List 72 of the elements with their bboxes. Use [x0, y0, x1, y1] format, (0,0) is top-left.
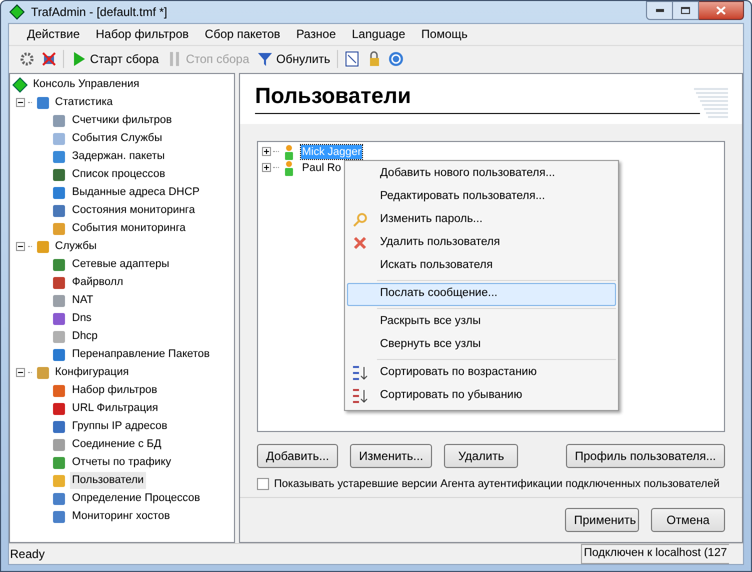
tree-item[interactable]: Группы IP адресов: [70, 418, 170, 435]
action-button[interactable]: Удалить: [444, 444, 518, 468]
tree-item[interactable]: Файрволл: [70, 274, 126, 291]
panel-title: Пользователи: [255, 78, 700, 114]
menu-item[interactable]: Сбор пакетов: [196, 25, 288, 43]
close-icon: [352, 235, 368, 251]
menu-item[interactable]: Послать сообщение...: [347, 282, 616, 306]
tree-item[interactable]: События мониторинга: [70, 220, 188, 237]
checkbox-label: Показывать устаревшие версии Агента аутентификации подключенных пользователей: [274, 476, 720, 492]
tree-item[interactable]: События Службы: [70, 130, 164, 147]
expand-icon[interactable]: [262, 163, 271, 172]
sort-ascending-icon: [352, 365, 368, 381]
menu-item[interactable]: Изменить пароль...: [347, 208, 616, 232]
tree-item[interactable]: Соединение с БД: [70, 436, 164, 453]
action-button[interactable]: Изменить...: [350, 444, 432, 468]
tree-item[interactable]: Задержан. пакеты: [70, 148, 167, 165]
close-button[interactable]: [699, 1, 744, 20]
collapse-icon[interactable]: [16, 98, 25, 107]
menu-item[interactable]: Language: [344, 25, 414, 43]
menu-item[interactable]: Искать пользователя: [347, 254, 616, 278]
profile-button[interactable]: Профиль пользователя...: [566, 444, 725, 468]
tree-item[interactable]: Отчеты по трафику: [70, 454, 174, 471]
tree-item[interactable]: Службы: [54, 238, 98, 255]
maximize-button[interactable]: [673, 1, 699, 20]
menu-item[interactable]: Сортировать по убыванию: [347, 384, 616, 408]
tree-item[interactable]: Счетчики фильтров: [70, 112, 174, 129]
menu-item[interactable]: Раскрыть все узлы: [347, 310, 616, 334]
connection-status: Подключен к localhost (127: [580, 544, 729, 564]
menu-item[interactable]: Разное: [288, 25, 344, 43]
tree-item[interactable]: Набор фильтров: [70, 382, 160, 399]
tree-item[interactable]: Пользователи: [70, 472, 146, 489]
user-item[interactable]: Paul Ro: [301, 160, 342, 174]
tree-item[interactable]: NAT: [70, 292, 96, 309]
tree-item[interactable]: Сетевые адаптеры: [70, 256, 172, 273]
window-title: TrafAdmin - [default.tmf *]: [31, 4, 168, 21]
tree-item[interactable]: Состояния мониторинга: [70, 202, 197, 219]
collapse-icon[interactable]: [16, 242, 25, 251]
menu-item[interactable]: Удалить пользователя: [347, 232, 616, 254]
tree-item[interactable]: Консоль Управления: [32, 76, 140, 93]
tree-item[interactable]: Список процессов: [70, 166, 168, 183]
menu-item[interactable]: Свернуть все узлы: [347, 334, 616, 356]
menu-item[interactable]: Редактировать пользователя...: [347, 186, 616, 208]
disconnect-icon: [41, 50, 57, 66]
toolbar-button[interactable]: Обнулить: [256, 50, 332, 68]
dialog-button[interactable]: Применить: [565, 508, 639, 532]
menu-item[interactable]: Помощь: [413, 25, 476, 43]
menu-item[interactable]: Добавить нового пользователя...: [347, 162, 616, 186]
action-button[interactable]: Добавить...: [257, 444, 338, 468]
menu-item[interactable]: Сортировать по возрастанию: [347, 362, 616, 384]
tree-item[interactable]: Статистика: [54, 94, 114, 111]
minimize-button[interactable]: [646, 1, 673, 20]
sort-descending-icon: [352, 388, 368, 404]
tree-item[interactable]: Конфигурация: [54, 364, 130, 381]
tree-item[interactable]: Определение Процессов: [70, 490, 202, 507]
status-text: Ready: [10, 546, 45, 563]
close-icon: [716, 6, 726, 15]
tree-item[interactable]: URL Фильтрация: [70, 400, 160, 417]
toolbar-button[interactable]: Старт сбора: [70, 50, 160, 68]
dialog-button[interactable]: Отмена: [651, 508, 725, 532]
tree-item[interactable]: Перенаправление Пакетов: [70, 346, 212, 363]
tree-item[interactable]: Dhcp: [70, 328, 100, 345]
menu-item[interactable]: Действие: [19, 25, 88, 43]
collapse-icon[interactable]: [16, 368, 25, 377]
play-icon: [71, 50, 87, 66]
tree-item[interactable]: Мониторинг хостов: [70, 508, 172, 525]
expand-icon[interactable]: [262, 147, 271, 156]
app-logo-icon: [9, 4, 25, 20]
tree-item[interactable]: Dns: [70, 310, 94, 327]
menu-item[interactable]: Набор фильтров: [88, 25, 197, 43]
tree-item[interactable]: Выданные адреса DHCP: [70, 184, 202, 201]
diamond-icon: [12, 76, 28, 92]
checkbox[interactable]: [257, 478, 269, 490]
